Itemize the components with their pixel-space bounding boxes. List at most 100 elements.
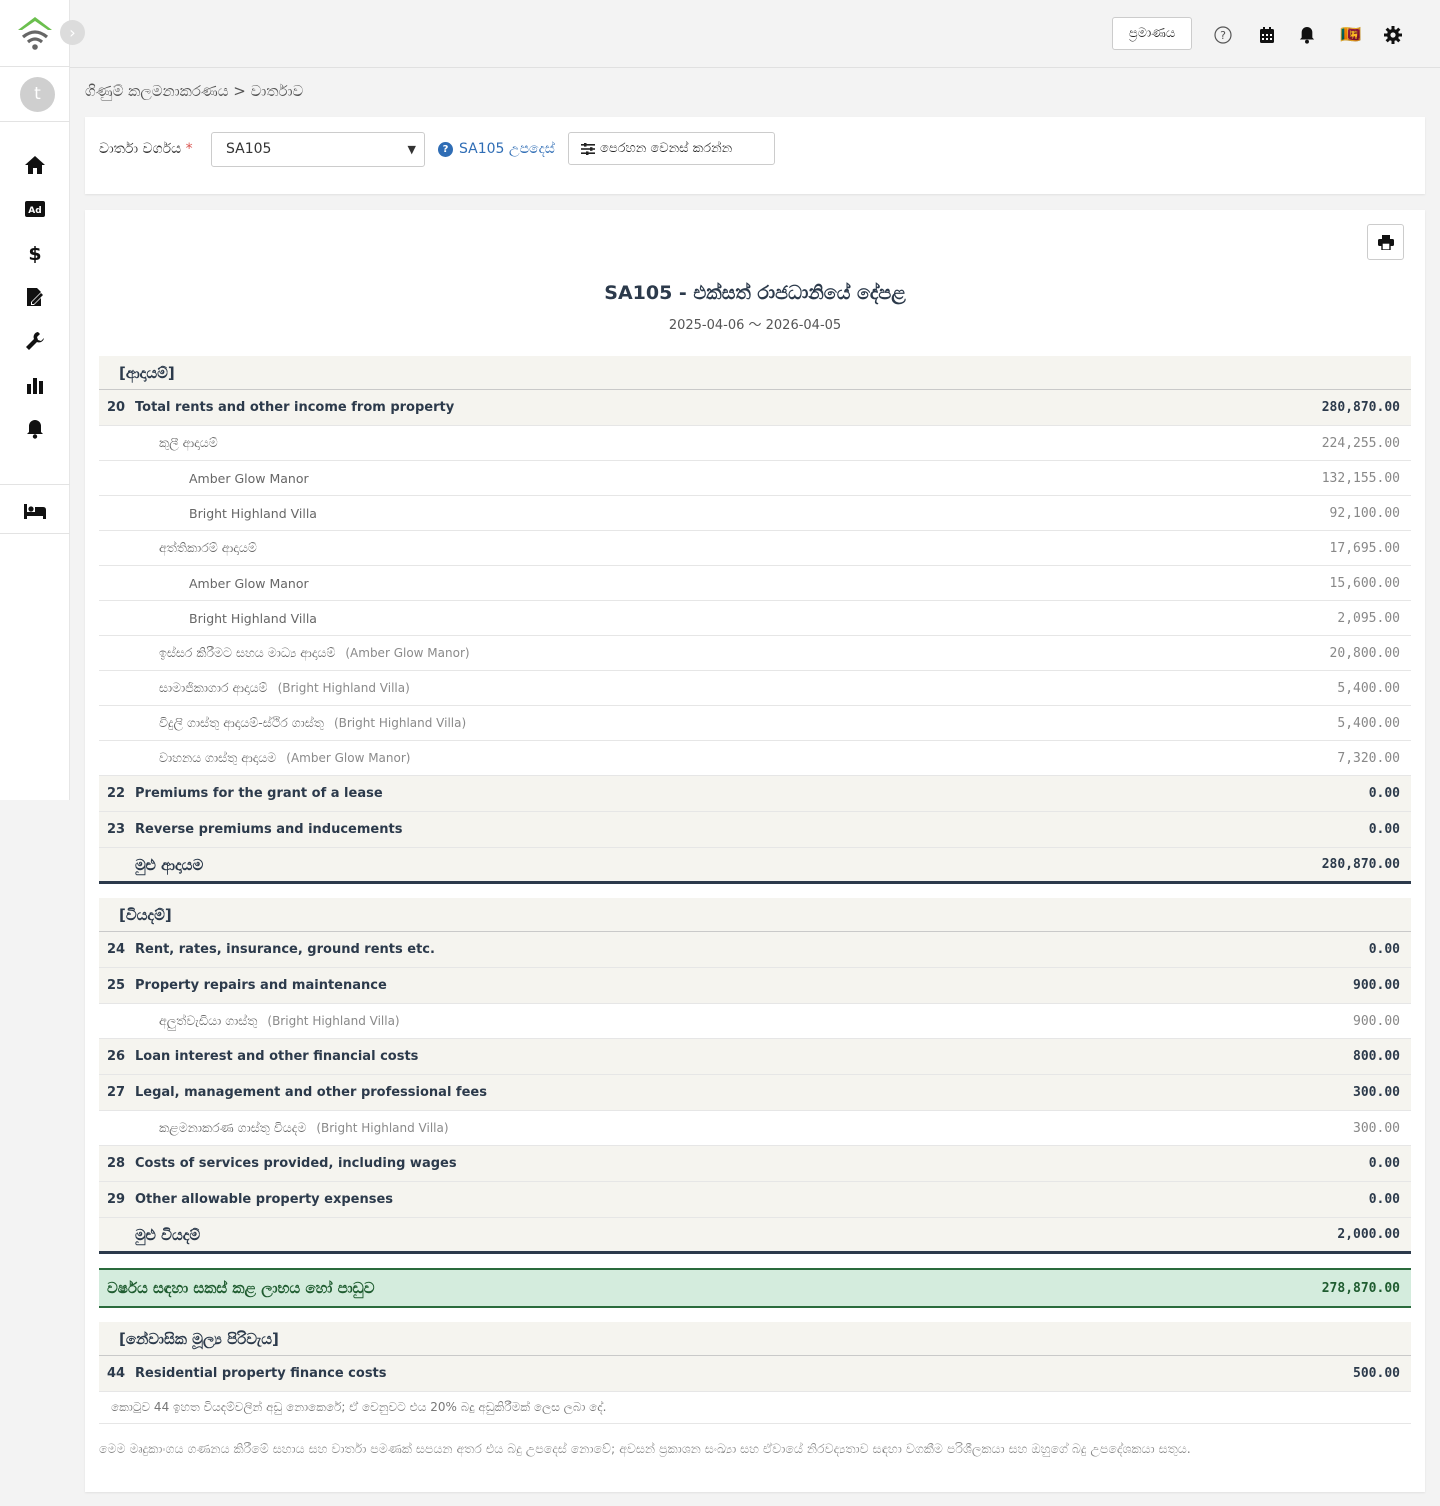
sidebar-divider bbox=[0, 121, 70, 122]
row-label: විදුලි ගාස්තු ආදායම්-ස්ථිර ගාස්තු bbox=[159, 715, 324, 730]
table-row: කළමනාකරණ ගාස්තු වියදම (Bright Highland Vi… bbox=[99, 1111, 1411, 1146]
row-amount: 20,800.00 bbox=[1329, 645, 1400, 661]
dollar-icon[interactable]: $ bbox=[23, 241, 47, 265]
language-flag-icon[interactable]: 🇱🇰 bbox=[1340, 24, 1362, 46]
box-number: 27 bbox=[107, 1085, 126, 1100]
row-label: වාහනය ගාස්තු ආදායම bbox=[159, 750, 277, 765]
sidebar: › t Ad $ bbox=[0, 0, 85, 800]
box-number: 29 bbox=[107, 1192, 126, 1207]
row-amount: 280,870.00 bbox=[1321, 400, 1400, 415]
net-profit-amount: 278,870.00 bbox=[1321, 1280, 1400, 1296]
sliders-icon bbox=[581, 142, 595, 155]
filter-panel: වාර්තා වර්ගය * SA105 ▼ ? SA105 උපදෙස් පෙ… bbox=[85, 117, 1425, 194]
row-amount: 224,255.00 bbox=[1321, 435, 1400, 451]
box-number: 24 bbox=[107, 942, 126, 957]
chevron-down-icon: ▼ bbox=[407, 143, 416, 156]
table-row: 22 Premiums for the grant of a lease 0.00 bbox=[99, 776, 1411, 812]
row-label: Total rents and other income from proper… bbox=[135, 400, 455, 415]
box-number: 23 bbox=[107, 822, 126, 837]
table-row: ඉස්සර කිරීමට සහය මාධ්‍ය ආදායම් (Amber Glo… bbox=[99, 636, 1411, 671]
box-number: 22 bbox=[107, 786, 126, 801]
row-amount: 0.00 bbox=[1368, 1192, 1400, 1207]
property-tag: (Bright Highland Villa) bbox=[316, 1121, 449, 1135]
row-label: ඉස්සර කිරීමට සහය මාධ්‍ය ආදායම් bbox=[159, 645, 336, 660]
row-amount: 0.00 bbox=[1368, 942, 1400, 957]
print-button[interactable] bbox=[1367, 224, 1404, 260]
row-label: Legal, management and other professional… bbox=[135, 1085, 487, 1100]
table-row: 29 Other allowable property expenses 0.00 bbox=[99, 1182, 1411, 1218]
row-amount: 300.00 bbox=[1353, 1120, 1400, 1136]
report-type-select[interactable]: SA105 ▼ bbox=[211, 132, 425, 167]
row-label: අලුත්වැඩියා ගාස්තු bbox=[159, 1013, 258, 1028]
notification-bell-icon[interactable] bbox=[1296, 24, 1318, 46]
table-row: 24 Rent, rates, insurance, ground rents e… bbox=[99, 932, 1411, 968]
sidebar-divider bbox=[0, 66, 70, 67]
box-number: 26 bbox=[107, 1049, 126, 1064]
report-type-label: වාර්තා වර්ගය * bbox=[99, 141, 193, 157]
income-total-amount: 280,870.00 bbox=[1321, 857, 1400, 872]
verify-button[interactable]: ප්‍රමාණය bbox=[1112, 17, 1192, 50]
avatar[interactable]: t bbox=[20, 77, 55, 112]
row-amount: 15,600.00 bbox=[1329, 575, 1400, 591]
table-row: අත්තිකාරම් ආදායම් 17,695.00 bbox=[99, 531, 1411, 566]
question-icon: ? bbox=[438, 141, 453, 157]
table-row: සාමාජිකාගාර ආදායම් (Bright Highland Villa… bbox=[99, 671, 1411, 706]
row-label: Reverse premiums and inducements bbox=[135, 822, 403, 837]
help-icon[interactable]: ? bbox=[1212, 24, 1234, 46]
expense-total-amount: 2,000.00 bbox=[1337, 1227, 1400, 1242]
property-tag: (Amber Glow Manor) bbox=[345, 646, 470, 660]
bed-icon[interactable] bbox=[23, 499, 47, 523]
row-label: කුලී ආදායම් bbox=[159, 435, 218, 450]
home-icon[interactable] bbox=[23, 153, 47, 177]
report-period: 2025-04-06 〜 2026-04-05 bbox=[668, 318, 842, 333]
row-amount: 0.00 bbox=[1368, 822, 1400, 837]
row-label: Bright Highland Villa bbox=[189, 610, 317, 626]
box-number: 25 bbox=[107, 978, 126, 993]
row-amount: 900.00 bbox=[1353, 1013, 1400, 1029]
wrench-icon[interactable] bbox=[23, 329, 47, 353]
row-amount: 300.00 bbox=[1353, 1085, 1400, 1100]
row-amount: 0.00 bbox=[1368, 786, 1400, 801]
table-row: වාහනය ගාස්තු ආදායම (Amber Glow Manor) 7,32… bbox=[99, 741, 1411, 776]
row-amount: 7,320.00 bbox=[1337, 750, 1400, 766]
table-row: 26 Loan interest and other financial cost… bbox=[99, 1039, 1411, 1075]
table-row: Amber Glow Manor 15,600.00 bbox=[99, 566, 1411, 601]
row-label: Loan interest and other financial costs bbox=[135, 1049, 419, 1064]
app-logo[interactable] bbox=[14, 14, 56, 52]
ad-icon[interactable]: Ad bbox=[23, 197, 47, 221]
box-number: 28 bbox=[107, 1156, 126, 1171]
row-label: Property repairs and maintenance bbox=[135, 978, 387, 993]
row-label: Amber Glow Manor bbox=[189, 470, 309, 486]
top-bar bbox=[70, 0, 1440, 68]
table-row: Bright Highland Villa 92,100.00 bbox=[99, 496, 1411, 531]
property-tag: (Bright Highland Villa) bbox=[267, 1014, 400, 1028]
row-label: Costs of services provided, including wa… bbox=[135, 1156, 457, 1171]
report-table: [ආදායම්] 20 Total rents and other income … bbox=[99, 356, 1411, 1424]
table-row: Bright Highland Villa 2,095.00 bbox=[99, 601, 1411, 636]
report-card: SA105 - එක්සත් රාජධානියේ දේපළ 2025-04-06… bbox=[85, 210, 1425, 1492]
breadcrumb: ගිණුම් කලමනාකරණය > වාර්තාව bbox=[85, 82, 304, 100]
sa105-help-link[interactable]: ? SA105 උපදෙස් bbox=[438, 141, 555, 157]
bar-chart-icon[interactable] bbox=[23, 373, 47, 397]
table-row: 27 Legal, management and other profession… bbox=[99, 1075, 1411, 1111]
table-row: අලුත්වැඩියා ගාස්තු (Bright Highland Villa… bbox=[99, 1004, 1411, 1039]
change-filter-button[interactable]: පෙරහන වෙනස් කරන්න bbox=[568, 132, 775, 165]
property-tag: (Bright Highland Villa) bbox=[277, 681, 410, 695]
calendar-icon[interactable] bbox=[1256, 24, 1278, 46]
printer-icon bbox=[1377, 234, 1394, 250]
net-profit-row: වර්ෂය සඳහා සකස් කළ ලාභය හෝ පාඩුව 278,870… bbox=[99, 1268, 1411, 1308]
gear-icon[interactable] bbox=[1382, 24, 1404, 46]
table-row: Amber Glow Manor 132,155.00 bbox=[99, 461, 1411, 496]
bell-icon[interactable] bbox=[23, 417, 47, 441]
table-row: විදුලි ගාස්තු ආදායම්-ස්ථිර ගාස්තු (Bright… bbox=[99, 706, 1411, 741]
row-amount: 800.00 bbox=[1353, 1049, 1400, 1064]
row-label: කළමනාකරණ ගාස්තු වියදම bbox=[159, 1120, 307, 1135]
row-amount: 900.00 bbox=[1353, 978, 1400, 993]
table-row: 28 Costs of services provided, including … bbox=[99, 1146, 1411, 1182]
sidebar-divider bbox=[0, 484, 70, 485]
row-amount: 0.00 bbox=[1368, 1156, 1400, 1171]
sidebar-toggle-button[interactable]: › bbox=[60, 20, 85, 45]
row-label: සාමාජිකාගාර ආදායම් bbox=[159, 680, 268, 695]
svg-text:?: ? bbox=[1220, 29, 1226, 42]
document-edit-icon[interactable] bbox=[23, 285, 47, 309]
